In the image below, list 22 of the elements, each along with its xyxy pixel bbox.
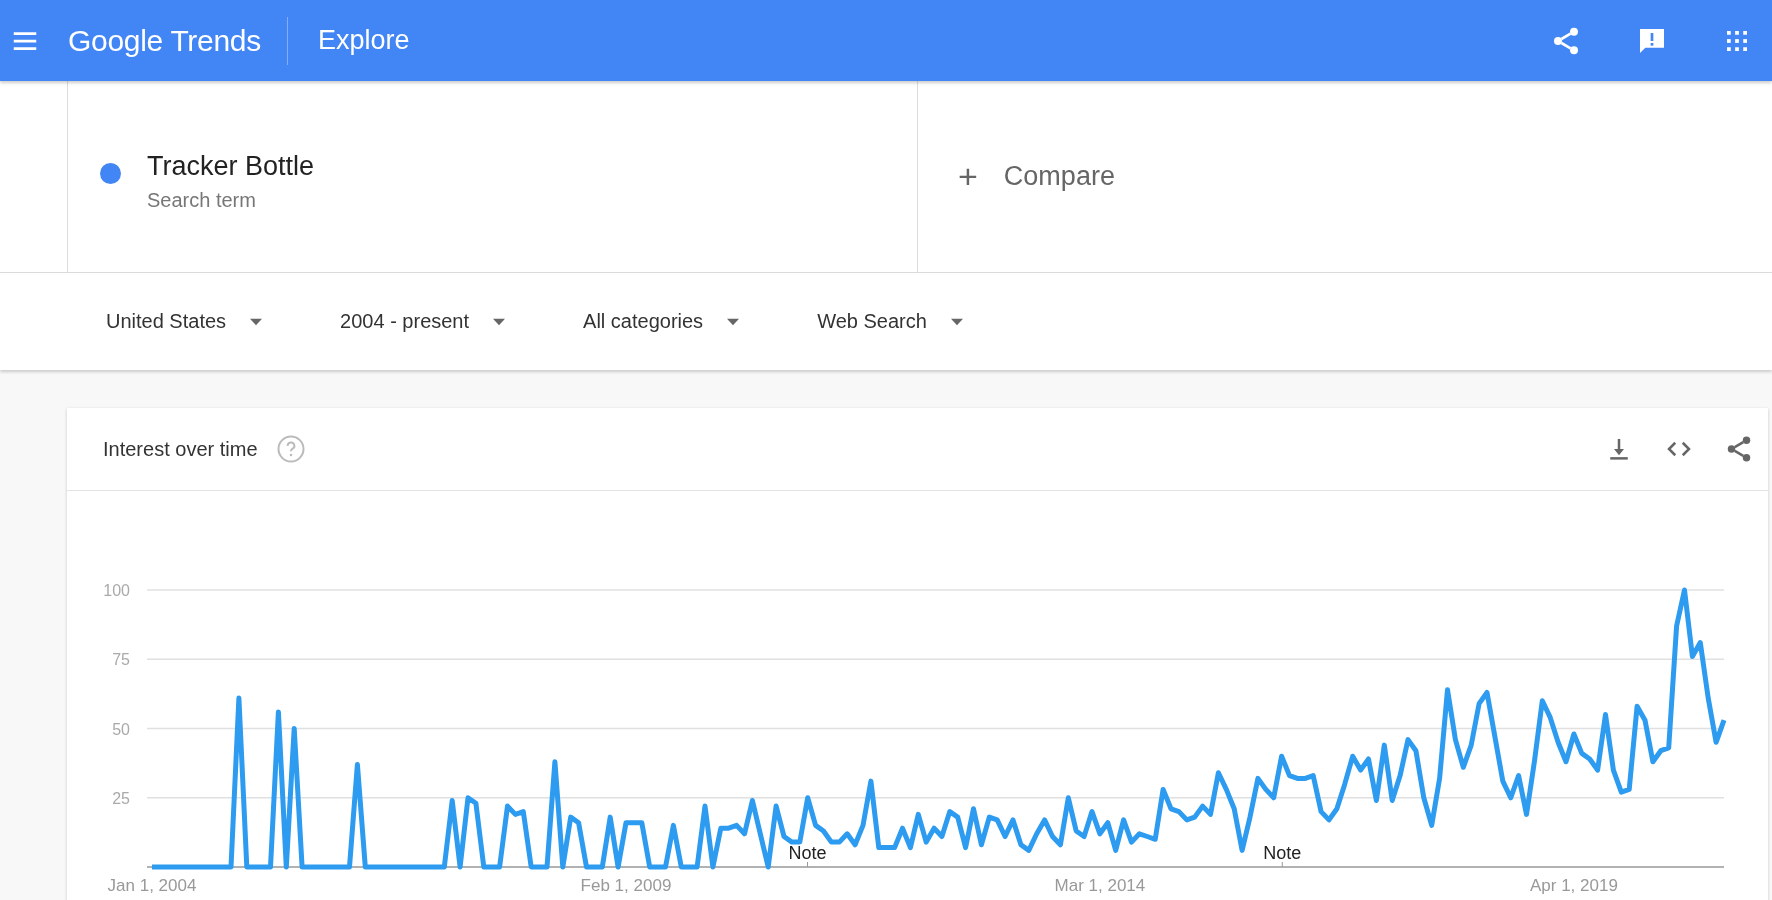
card-title: Interest over time	[103, 437, 258, 461]
y-axis-label: 50	[112, 720, 130, 738]
x-axis-label: Apr 1, 2019	[1529, 876, 1618, 895]
annotation: Note	[1263, 843, 1302, 863]
logo[interactable]: Google Trends	[68, 16, 288, 65]
search-term[interactable]: Tracker Bottle	[147, 151, 315, 182]
search-term-label: Search term	[147, 189, 257, 212]
filter-dropdown[interactable]: Web Search	[817, 310, 965, 333]
help-icon[interactable]	[275, 434, 306, 464]
y-axis-label: 75	[112, 651, 130, 669]
x-axis-label: Mar 1, 2014	[1054, 876, 1146, 895]
compare-button[interactable]: Compare	[1003, 161, 1115, 192]
filter-dropdown[interactable]: United States	[106, 310, 265, 333]
filter-dropdown[interactable]: All categories	[583, 310, 742, 333]
annotation: Note	[788, 843, 827, 863]
plus-icon[interactable]: +	[958, 157, 978, 196]
x-axis-label: Feb 1, 2009	[580, 876, 672, 895]
page-title: Explore	[317, 25, 410, 56]
x-axis-label: Jan 1, 2004	[107, 876, 197, 895]
filter-dropdown[interactable]: 2004 - present	[340, 310, 508, 333]
y-axis-label: 100	[103, 582, 130, 599]
y-axis-label: 25	[112, 789, 130, 807]
